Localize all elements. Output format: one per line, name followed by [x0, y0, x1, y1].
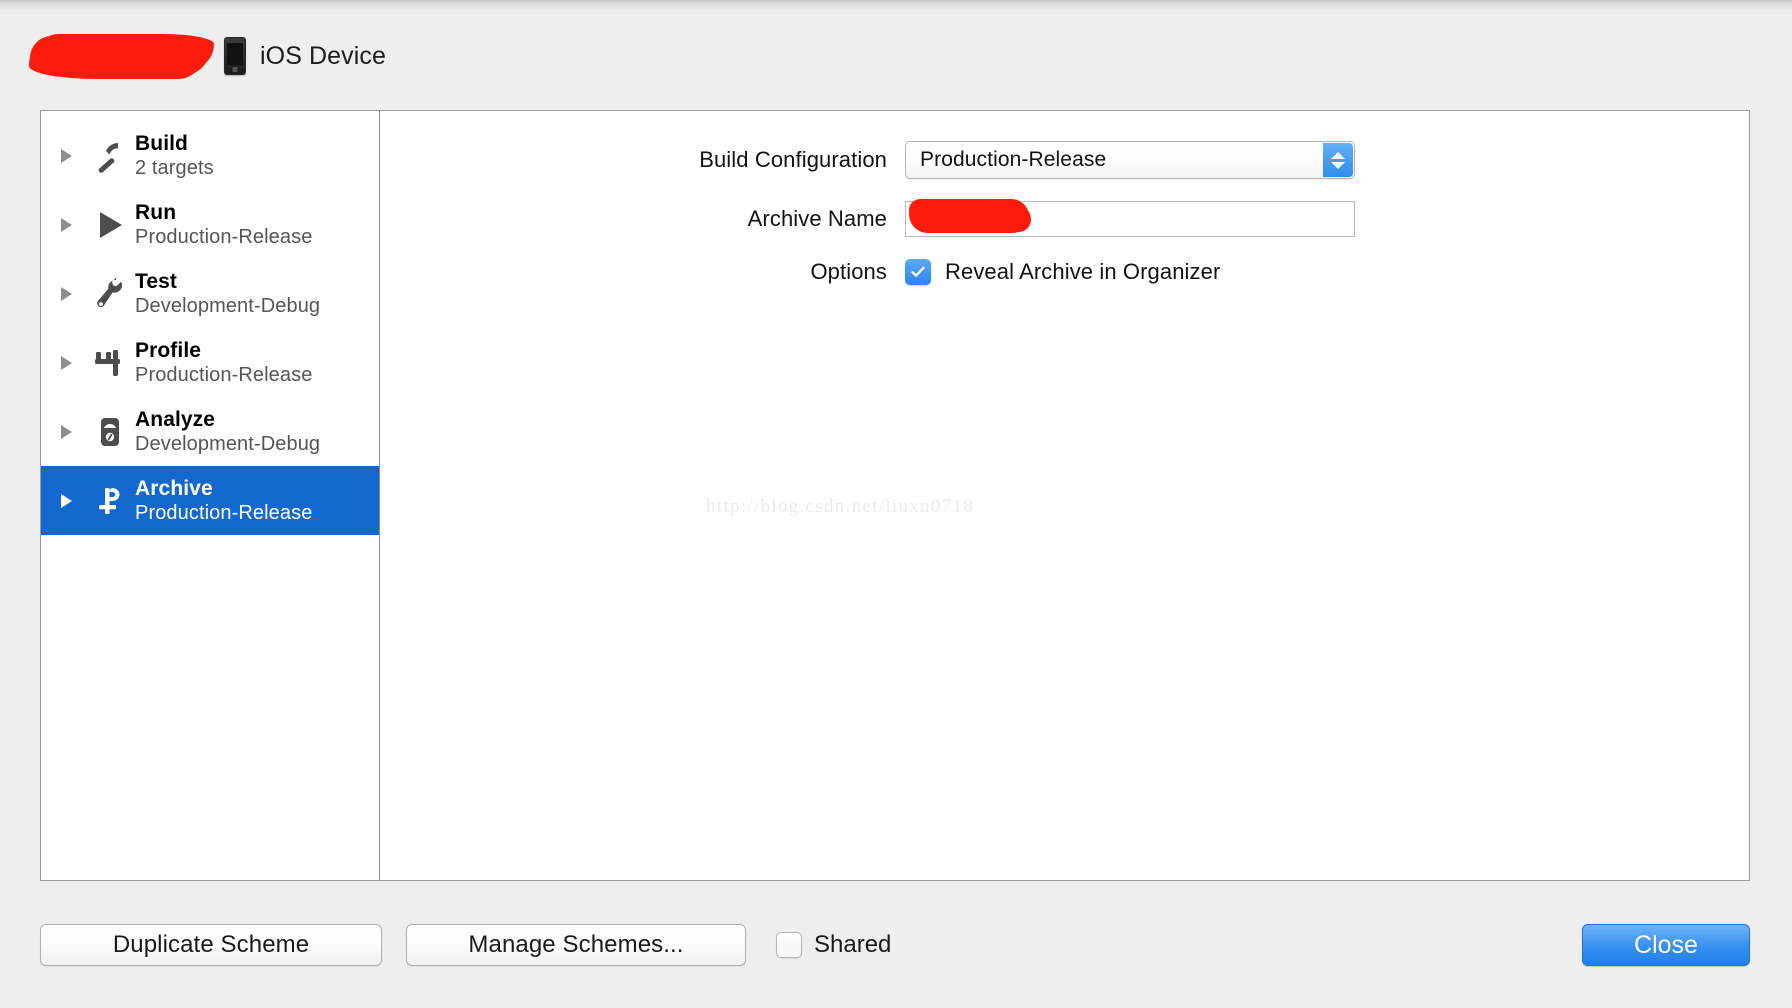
shared-checkbox-group[interactable]: Shared: [776, 931, 891, 959]
sidebar-item-subtitle: 2 targets: [135, 157, 214, 180]
sidebar-item-text: Analyze Development-Debug: [135, 408, 320, 456]
dialog-footer: Duplicate Scheme Manage Schemes... Share…: [0, 915, 1792, 975]
sidebar-item-text: Profile Production-Release: [135, 339, 312, 387]
disclosure-triangle-icon[interactable]: [61, 148, 83, 163]
reveal-archive-checkbox[interactable]: [905, 259, 931, 285]
window-titlebar-gradient: [0, 0, 1792, 10]
disclosure-triangle-icon[interactable]: [61, 424, 83, 439]
shared-label: Shared: [814, 931, 892, 958]
sidebar-item-title: Archive: [135, 476, 213, 500]
sidebar-item-test[interactable]: Test Development-Debug: [41, 259, 379, 328]
sidebar-item-title: Profile: [135, 338, 202, 362]
manage-schemes-button[interactable]: Manage Schemes...: [406, 924, 746, 966]
scheme-actions-sidebar[interactable]: Build 2 targets Run Production-Release T…: [41, 111, 380, 880]
sidebar-item-subtitle: Development-Debug: [135, 433, 321, 456]
chevron-updown-icon[interactable]: [1323, 143, 1353, 177]
sidebar-item-text: Test Development-Debug: [135, 270, 320, 318]
archive-settings-pane: Build Configuration Production-Release A…: [380, 111, 1749, 880]
reveal-archive-checkbox-group[interactable]: Reveal Archive in Organizer: [905, 259, 1220, 285]
build-configuration-select[interactable]: Production-Release: [905, 141, 1355, 179]
sidebar-item-subtitle: Production-Release: [135, 364, 313, 387]
sidebar-item-archive[interactable]: Archive Production-Release: [41, 466, 379, 535]
sidebar-item-title: Test: [135, 269, 178, 293]
build-configuration-value: Production-Release: [920, 148, 1107, 171]
build-configuration-label: Build Configuration: [699, 147, 887, 172]
sidebar-item-title: Analyze: [135, 407, 216, 431]
scheme-header: iOS Device: [0, 26, 1792, 86]
close-button[interactable]: Close: [1582, 924, 1750, 966]
archive-icon: [89, 478, 131, 524]
sidebar-item-title: Run: [135, 200, 177, 224]
play-icon: [89, 202, 131, 248]
sidebar-item-build[interactable]: Build 2 targets: [41, 121, 379, 190]
disclosure-triangle-icon[interactable]: [61, 217, 83, 232]
archive-name-row: Archive Name: [380, 199, 1749, 237]
sidebar-item-subtitle: Development-Debug: [135, 295, 321, 318]
build-configuration-row: Build Configuration Production-Release: [380, 141, 1749, 179]
disclosure-triangle-icon[interactable]: [61, 355, 83, 370]
sidebar-item-subtitle: Production-Release: [135, 226, 313, 249]
sidebar-item-text: Run Production-Release: [135, 201, 312, 249]
shared-checkbox[interactable]: [776, 932, 802, 958]
iphone-icon: [224, 37, 246, 75]
archive-form: Build Configuration Production-Release A…: [380, 141, 1749, 307]
watermark-text: http://blog.csdn.net/liuxu0718: [706, 496, 975, 517]
sidebar-item-profile[interactable]: Profile Production-Release: [41, 328, 379, 397]
destination-device-label: iOS Device: [260, 41, 387, 70]
archive-name-input[interactable]: [905, 199, 1355, 237]
archive-name-label: Archive Name: [747, 206, 887, 231]
sidebar-item-analyze[interactable]: Analyze Development-Debug: [41, 397, 379, 466]
caliper-icon: [89, 340, 131, 386]
sidebar-item-text: Archive Production-Release: [135, 477, 312, 525]
sidebar-item-subtitle: Production-Release: [135, 502, 313, 525]
options-label: Options: [810, 259, 887, 284]
archive-name-redaction: [909, 199, 1029, 231]
reveal-archive-label: Reveal Archive in Organizer: [945, 259, 1221, 284]
duplicate-scheme-button[interactable]: Duplicate Scheme: [40, 924, 382, 966]
sidebar-item-run[interactable]: Run Production-Release: [41, 190, 379, 259]
disclosure-triangle-icon[interactable]: [61, 493, 83, 508]
hammer-icon: [89, 133, 131, 179]
sidebar-item-title: Build: [135, 131, 188, 155]
wrench-icon: [89, 271, 131, 317]
disclosure-triangle-icon[interactable]: [61, 286, 83, 301]
scheme-editor-panel: Build 2 targets Run Production-Release T…: [40, 110, 1750, 881]
options-row: Options Reveal Archive in Organizer: [380, 259, 1749, 285]
sidebar-item-text: Build 2 targets: [135, 132, 214, 180]
multimeter-icon: [89, 409, 131, 455]
scheme-name-redaction: [30, 36, 210, 76]
